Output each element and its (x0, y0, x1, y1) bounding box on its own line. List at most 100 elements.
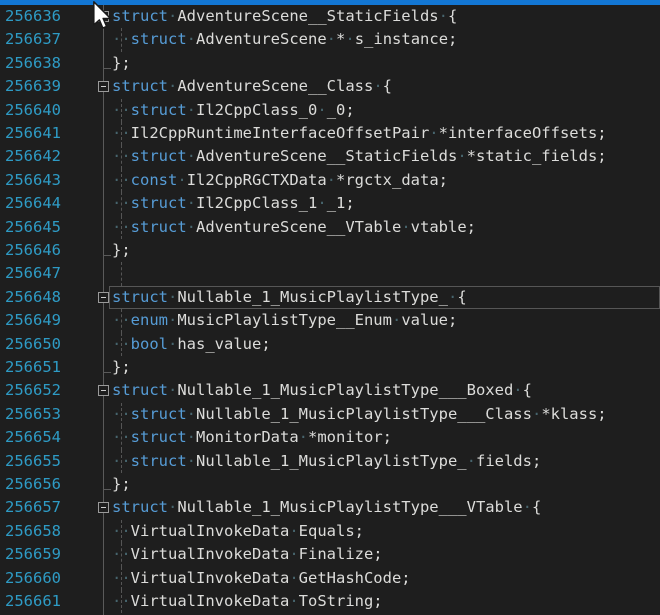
fold-end-tick (104, 68, 111, 69)
line-number[interactable]: 256645 (5, 216, 61, 239)
line-number[interactable]: 256655 (5, 450, 61, 473)
code-line[interactable]: 256656}; (0, 473, 660, 496)
code-token: * (336, 30, 345, 48)
code-token: }; (112, 54, 131, 72)
code-line[interactable]: 256639 struct·AdventureScene__Class·{ (0, 75, 660, 98)
line-number[interactable]: 256660 (5, 567, 61, 590)
code-text[interactable]: }; (112, 239, 131, 262)
line-number[interactable]: 256646 (5, 239, 61, 262)
code-text[interactable]: ··bool·has_value; (112, 333, 271, 356)
code-line[interactable]: 256645 ··struct·AdventureScene__VTable·vt… (0, 216, 660, 239)
line-number[interactable]: 256654 (5, 426, 61, 449)
line-number[interactable]: 256650 (5, 333, 61, 356)
code-line[interactable]: 256652 struct·Nullable_1_MusicPlaylistTyp… (0, 379, 660, 402)
code-line[interactable]: 256660 ··VirtualInvokeData·GetHashCode; (0, 567, 660, 590)
code-line[interactable]: 256640 ··struct·Il2CppClass_0·_0; (0, 99, 660, 122)
whitespace-dots: · (523, 498, 532, 516)
line-number[interactable]: 256636 (5, 5, 61, 28)
code-text[interactable]: ··struct·AdventureScene__VTable·vtable; (112, 216, 476, 239)
code-token: Nullable_1_MusicPlaylistType___Class (196, 405, 532, 423)
line-number[interactable]: 256649 (5, 309, 61, 332)
code-line[interactable]: 256649 ··enum·MusicPlaylistType__Enum·val… (0, 309, 660, 332)
whitespace-dots: ·· (112, 171, 131, 189)
line-number[interactable]: 256639 (5, 75, 61, 98)
whitespace-dots: · (392, 311, 401, 329)
code-text[interactable]: }; (112, 52, 131, 75)
line-number[interactable]: 256661 (5, 590, 61, 613)
code-line[interactable]: 256644 ··struct·Il2CppClass_1·_1; (0, 192, 660, 215)
line-number[interactable]: 256653 (5, 403, 61, 426)
code-text[interactable]: struct·AdventureScene__StaticFields·{ (112, 5, 457, 28)
line-number[interactable]: 256648 (5, 286, 61, 309)
code-line[interactable]: 256659 ··VirtualInvokeData·Finalize; (0, 543, 660, 566)
whitespace-dots: · (289, 592, 298, 610)
line-number[interactable]: 256644 (5, 192, 61, 215)
code-line[interactable]: 256638}; (0, 52, 660, 75)
code-text[interactable]: struct·AdventureScene__Class·{ (112, 75, 392, 98)
line-number[interactable]: 256637 (5, 28, 61, 51)
current-line-highlight (109, 286, 660, 309)
fold-collapse-icon[interactable] (98, 81, 109, 92)
whitespace-dots: · (289, 569, 298, 587)
code-text[interactable]: }; (112, 473, 131, 496)
code-line[interactable]: 256642 ··struct·AdventureScene__StaticFie… (0, 145, 660, 168)
code-text[interactable]: ··struct·Nullable_1_MusicPlaylistType_·f… (112, 450, 541, 473)
line-number[interactable]: 256638 (5, 52, 61, 75)
code-token: struct (131, 452, 187, 470)
code-text[interactable]: ··struct·Il2CppClass_1·_1; (112, 192, 355, 215)
code-rows: 256636struct·AdventureScene__StaticField… (0, 0, 660, 615)
code-text[interactable]: ··VirtualInvokeData·ToString; (112, 590, 383, 613)
line-number[interactable]: 256651 (5, 356, 61, 379)
code-token: struct (112, 7, 168, 25)
code-text[interactable]: ··struct·AdventureScene·*·s_instance; (112, 28, 457, 51)
code-token: struct (131, 405, 187, 423)
code-line[interactable]: 256643 ··const·Il2CppRGCTXData·*rgctx_dat… (0, 169, 660, 192)
code-text[interactable]: ··struct·MonitorData·*monitor; (112, 426, 392, 449)
line-number[interactable]: 256652 (5, 379, 61, 402)
code-line[interactable]: 256650 ··bool·has_value; (0, 333, 660, 356)
code-line[interactable]: 256651}; (0, 356, 660, 379)
line-number[interactable]: 256642 (5, 145, 61, 168)
code-text[interactable]: ··Il2CppRuntimeInterfaceOffsetPair·*inte… (112, 122, 607, 145)
code-token: ToString; (299, 592, 383, 610)
code-text[interactable]: ··enum·MusicPlaylistType__Enum·value; (112, 309, 457, 332)
whitespace-dots: · (168, 335, 177, 353)
code-line[interactable]: 256658 ··VirtualInvokeData·Equals; (0, 520, 660, 543)
line-number[interactable]: 256641 (5, 122, 61, 145)
code-text[interactable]: struct·Nullable_1_MusicPlaylistType___VT… (112, 496, 541, 519)
line-number[interactable]: 256647 (5, 262, 61, 285)
line-number[interactable]: 256658 (5, 520, 61, 543)
line-number[interactable]: 256657 (5, 496, 61, 519)
code-line[interactable]: 256646}; (0, 239, 660, 262)
code-text[interactable]: ··VirtualInvokeData·GetHashCode; (112, 567, 411, 590)
line-number[interactable]: 256656 (5, 473, 61, 496)
code-line[interactable]: 256657 struct·Nullable_1_MusicPlaylistTyp… (0, 496, 660, 519)
code-text[interactable]: ··struct·AdventureScene__StaticFields·*s… (112, 145, 607, 168)
code-line[interactable]: 256648struct·Nullable_1_MusicPlaylistTyp… (0, 286, 660, 309)
whitespace-dots: · (187, 30, 196, 48)
line-number[interactable]: 256640 (5, 99, 61, 122)
code-text[interactable]: ··const·Il2CppRGCTXData·*rgctx_data; (112, 169, 448, 192)
line-number[interactable]: 256643 (5, 169, 61, 192)
fold-collapse-icon[interactable] (98, 292, 109, 303)
code-text[interactable]: }; (112, 356, 131, 379)
fold-collapse-icon[interactable] (98, 385, 109, 396)
fold-collapse-icon[interactable] (98, 502, 109, 513)
code-text[interactable]: ··VirtualInvokeData·Equals; (112, 520, 364, 543)
code-line[interactable]: 256641 ··Il2CppRuntimeInterfaceOffsetPair… (0, 122, 660, 145)
code-token: AdventureScene__StaticFields (196, 147, 457, 165)
code-text[interactable]: struct·Nullable_1_MusicPlaylistType___Bo… (112, 379, 532, 402)
code-line[interactable]: 256653 ··struct·Nullable_1_MusicPlaylistT… (0, 403, 660, 426)
code-text[interactable]: ··struct·Nullable_1_MusicPlaylistType___… (112, 403, 607, 426)
code-line[interactable]: 256647 (0, 262, 660, 285)
code-line[interactable]: 256661 ··VirtualInvokeData·ToString; (0, 590, 660, 613)
whitespace-dots: · (317, 194, 326, 212)
whitespace-dots: · (299, 428, 308, 446)
code-token: Il2CppClass_0 (196, 101, 317, 119)
code-text[interactable]: ··VirtualInvokeData·Finalize; (112, 543, 383, 566)
code-text[interactable]: ··struct·Il2CppClass_0·_0; (112, 99, 355, 122)
code-line[interactable]: 256654 ··struct·MonitorData·*monitor; (0, 426, 660, 449)
code-line[interactable]: 256655 ··struct·Nullable_1_MusicPlaylistT… (0, 450, 660, 473)
line-number[interactable]: 256659 (5, 543, 61, 566)
code-token: { (523, 381, 532, 399)
